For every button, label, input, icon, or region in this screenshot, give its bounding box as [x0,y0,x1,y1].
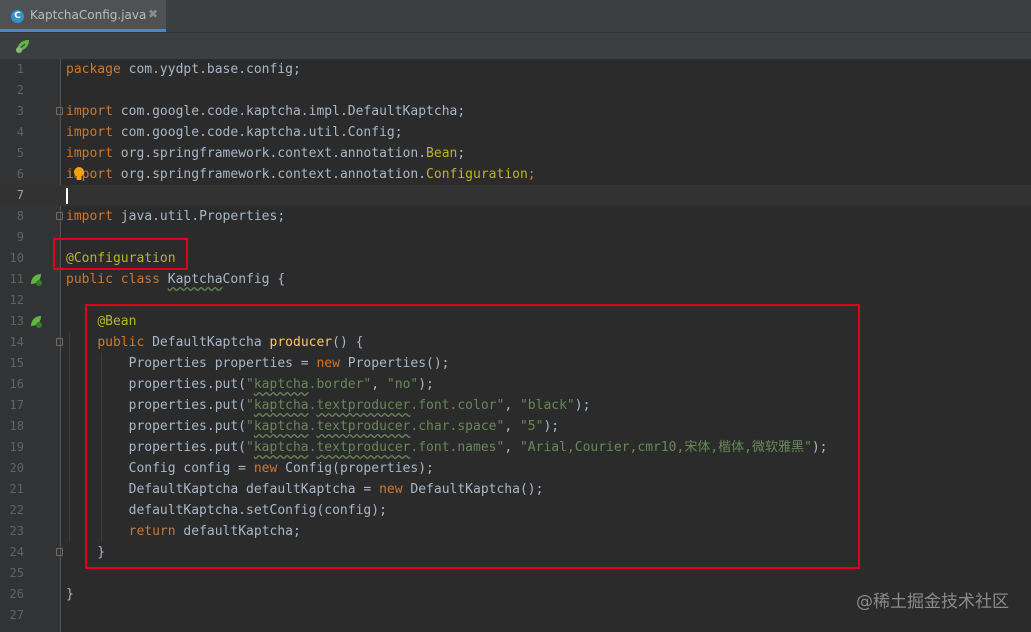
code-line[interactable]: 5 import org.springframework.context.anno… [0,143,1031,164]
java-class-icon: C [11,10,24,23]
code-token: public class [66,272,168,287]
line-number: 13 [9,314,24,328]
code-token: com.google.code.kaptcha.util.Config; [120,125,403,140]
code-text: import org.springframework.context.annot… [66,164,536,185]
code-token: org.springframework.context.annotation. [120,167,427,182]
code-token: import [66,146,121,161]
fold-marker-icon[interactable] [56,548,63,556]
highlight-bean-method [85,304,860,569]
line-number: 9 [16,230,24,244]
highlight-configuration-annotation [53,238,188,270]
code-line[interactable]: 7 [0,185,1031,206]
editor-toolbar [0,33,1031,59]
code-token: Config { [222,272,286,287]
line-number: 7 [16,188,24,202]
line-number: 23 [9,524,24,538]
line-number: 27 [9,608,24,622]
fold-marker-icon[interactable] [56,338,63,346]
line-number: 21 [9,482,24,496]
fold-marker-icon[interactable] [56,107,63,115]
code-text: package com.yydpt.base.config; [66,59,301,80]
code-token: import [66,209,121,224]
line-number: 4 [16,125,24,139]
line-number: 6 [16,167,24,181]
line-number: 10 [9,251,24,265]
line-number: 24 [9,545,24,559]
editor-tab-bar: C KaptchaConfig.java ✖ [0,0,1031,33]
code-token: import [66,104,121,119]
code-token: java.util.Properties; [120,209,286,224]
line-number: 1 [16,62,24,76]
tab-kaptchaconfig[interactable]: C KaptchaConfig.java ✖ [0,0,166,32]
code-token: com.yydpt.base.config; [128,62,301,77]
code-line[interactable]: 1 package com.yydpt.base.config; [0,59,1031,80]
code-token: org.springframework.context.annotation. [120,146,427,161]
line-number: 15 [9,356,24,370]
spring-config-gutter-icon[interactable] [29,272,44,287]
code-token: } [66,587,74,602]
spring-leaf-icon[interactable] [14,38,32,54]
code-text: public class KaptchaConfig { [66,269,285,290]
line-number: 19 [9,440,24,454]
line-number: 8 [16,209,24,223]
code-token: ; [527,167,536,182]
code-token: Configuration [426,167,528,182]
indent-guide [69,332,70,542]
line-number: 2 [16,83,24,97]
code-token: ; [457,146,466,161]
code-token: import [66,125,121,140]
intention-bulb-icon[interactable] [73,167,85,181]
line-number: 22 [9,503,24,517]
code-text: } [66,584,74,605]
code-token: package [66,62,129,77]
line-number: 26 [9,587,24,601]
code-line[interactable]: 6 import org.springframework.context.anno… [0,164,1031,185]
code-line[interactable]: 3 import com.google.code.kaptcha.impl.Def… [0,101,1031,122]
code-line[interactable]: 2 [0,80,1031,101]
tab-label: KaptchaConfig.java [30,8,147,22]
line-number: 25 [9,566,24,580]
code-line[interactable]: 8 import java.util.Properties; [0,206,1031,227]
code-text: import com.google.code.kaptcha.util.Conf… [66,122,403,143]
line-number: 20 [9,461,24,475]
code-token: com.google.code.kaptcha.impl.DefaultKapt… [120,104,466,119]
line-number: 5 [16,146,24,160]
spring-bean-gutter-icon[interactable] [29,314,44,329]
code-token: Kaptcha [167,272,223,287]
line-number: 14 [9,335,24,349]
text-caret [66,188,68,204]
fold-marker-icon[interactable] [56,212,63,220]
line-number: 18 [9,419,24,433]
line-number: 12 [9,293,24,307]
code-text: import org.springframework.context.annot… [66,143,465,164]
close-icon[interactable]: ✖ [148,7,158,21]
watermark: @稀土掘金技术社区 [856,592,1009,612]
code-line[interactable]: 4 import com.google.code.kaptcha.util.Con… [0,122,1031,143]
code-line[interactable]: 11 public class KaptchaConfig { [0,269,1031,290]
code-text: import com.google.code.kaptcha.impl.Defa… [66,101,465,122]
line-number: 16 [9,377,24,391]
line-number: 17 [9,398,24,412]
code-token: Bean [426,146,458,161]
line-number: 11 [9,272,24,286]
line-number: 3 [16,104,24,118]
code-text: import java.util.Properties; [66,206,285,227]
